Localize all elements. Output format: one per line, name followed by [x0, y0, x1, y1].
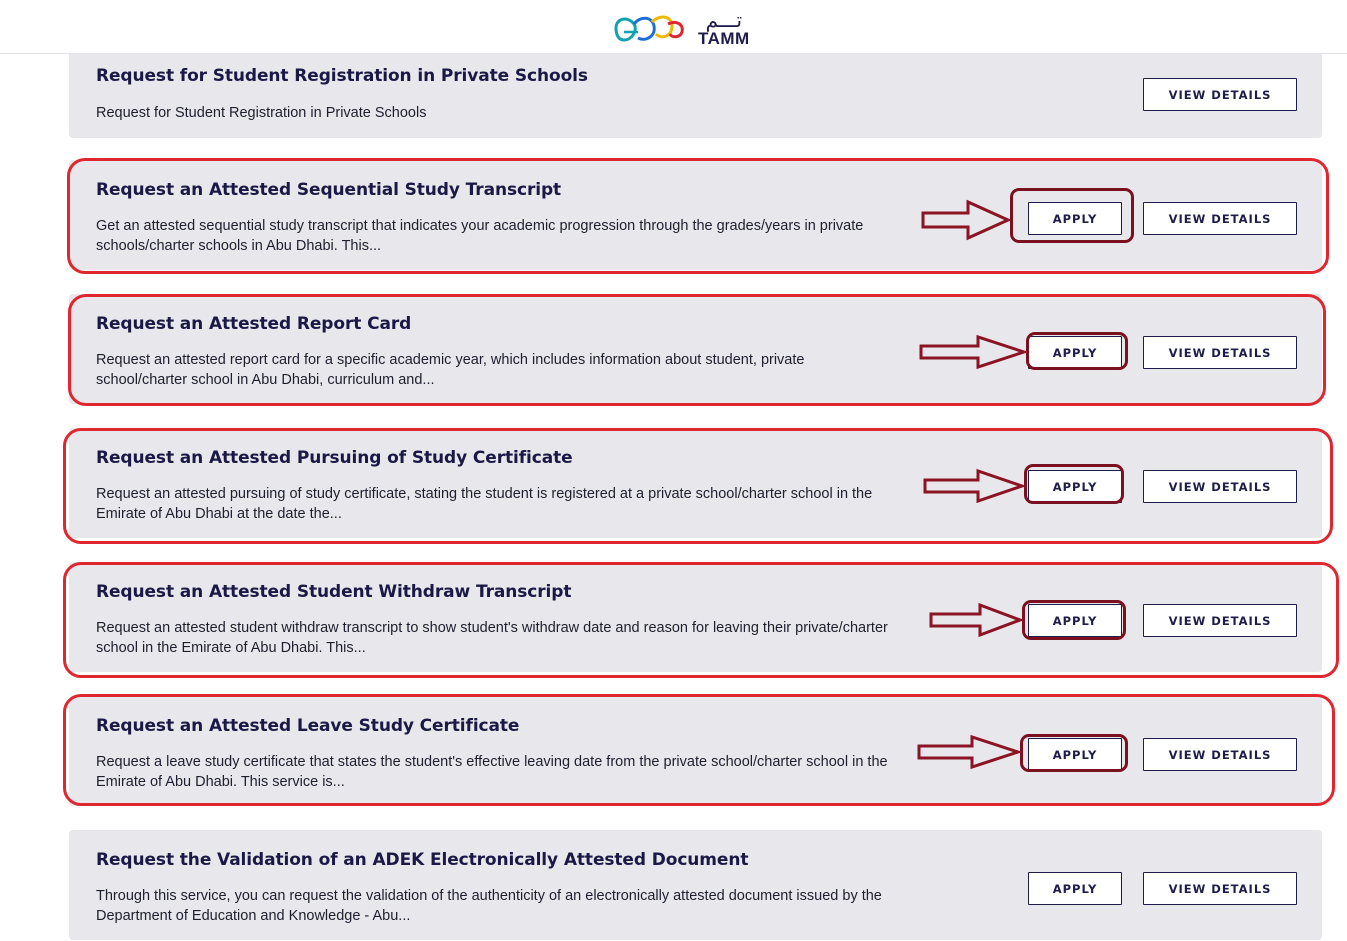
- service-card: Request an Attested Leave Study Certific…: [69, 696, 1322, 806]
- view-details-button[interactable]: VIEW DETAILS: [1143, 336, 1297, 369]
- service-description: Request an attested student withdraw tra…: [96, 620, 888, 656]
- apply-button[interactable]: APPLY: [1028, 202, 1122, 235]
- view-details-button[interactable]: VIEW DETAILS: [1143, 872, 1297, 905]
- service-title[interactable]: Request an Attested Student Withdraw Tra…: [96, 582, 571, 602]
- service-title[interactable]: Request for Student Registration in Priv…: [96, 66, 588, 86]
- tamm-logo[interactable]: تـــم TAMM: [612, 8, 750, 48]
- view-details-button[interactable]: VIEW DETAILS: [1143, 202, 1297, 235]
- view-details-button[interactable]: VIEW DETAILS: [1143, 604, 1297, 637]
- service-description: Request an attested pursuing of study ce…: [96, 486, 873, 522]
- service-card: Request an Attested Sequential Study Tra…: [69, 160, 1322, 270]
- service-description: Through this service, you can request th…: [96, 888, 882, 924]
- service-title[interactable]: Request an Attested Leave Study Certific…: [96, 716, 519, 736]
- service-description: Request an attested report card for a sp…: [96, 352, 805, 388]
- service-description: Request a leave study certificate that s…: [96, 754, 888, 790]
- service-title[interactable]: Request an Attested Pursuing of Study Ce…: [96, 448, 573, 468]
- page-header: تـــم TAMM: [0, 0, 1347, 54]
- service-card: Request an Attested Report Card Request …: [69, 294, 1322, 404]
- logo-arabic-text: تـــم: [705, 7, 743, 32]
- view-details-button[interactable]: VIEW DETAILS: [1143, 738, 1297, 771]
- service-card: Request for Student Registration in Priv…: [69, 54, 1322, 138]
- logo-english-text: TAMM: [698, 28, 750, 48]
- service-title[interactable]: Request an Attested Sequential Study Tra…: [96, 180, 561, 200]
- apply-button[interactable]: APPLY: [1028, 738, 1122, 771]
- service-card: Request the Validation of an ADEK Electr…: [69, 830, 1322, 940]
- service-description: Request for Student Registration in Priv…: [96, 105, 427, 121]
- view-details-button[interactable]: VIEW DETAILS: [1143, 470, 1297, 503]
- service-card: Request an Attested Pursuing of Study Ce…: [69, 428, 1322, 538]
- view-details-button[interactable]: VIEW DETAILS: [1143, 78, 1297, 111]
- tamm-logo-icon: [614, 15, 684, 42]
- service-description: Get an attested sequential study transcr…: [96, 218, 864, 254]
- apply-button[interactable]: APPLY: [1028, 604, 1122, 637]
- service-title[interactable]: Request an Attested Report Card: [96, 314, 411, 334]
- apply-button[interactable]: APPLY: [1028, 872, 1122, 905]
- apply-button[interactable]: APPLY: [1028, 470, 1122, 503]
- apply-button[interactable]: APPLY: [1028, 336, 1122, 369]
- service-title[interactable]: Request the Validation of an ADEK Electr…: [96, 850, 748, 870]
- service-card: Request an Attested Student Withdraw Tra…: [69, 562, 1322, 672]
